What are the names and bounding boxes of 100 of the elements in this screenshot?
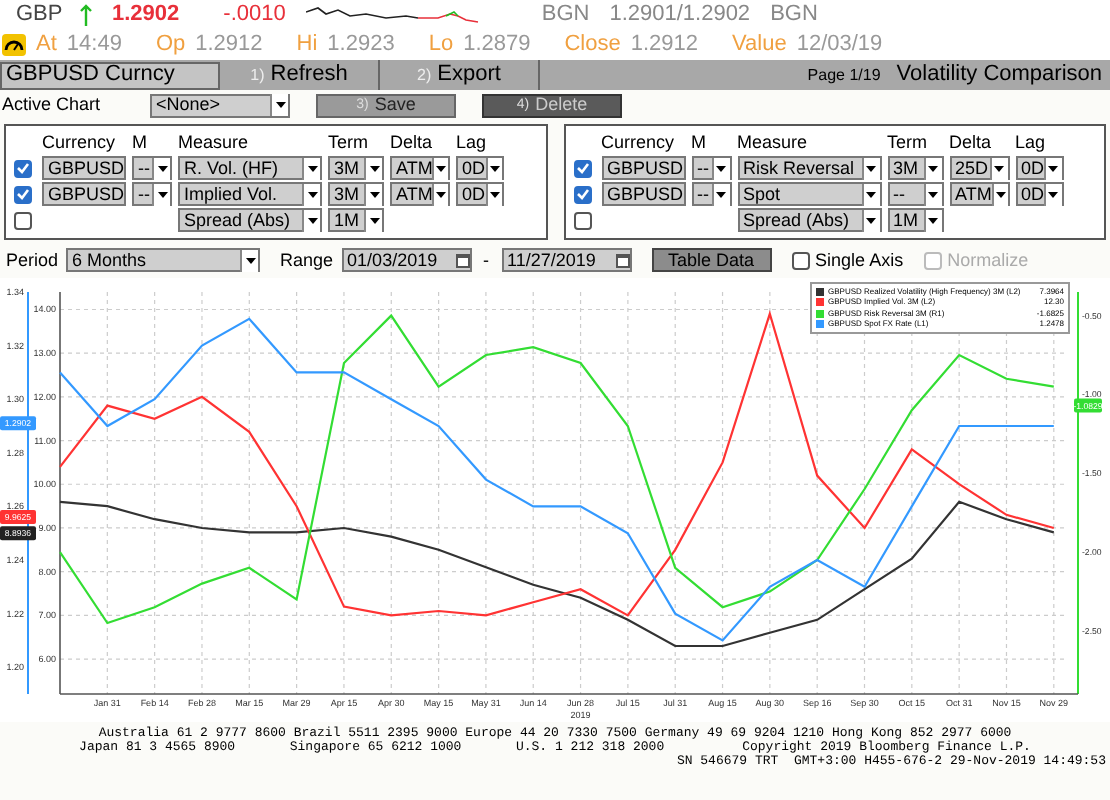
caret-icon: [923, 183, 941, 205]
quote-label: At: [36, 34, 57, 56]
bid-ask-price: 1.2901/1.2902: [609, 4, 751, 26]
checkbox[interactable]: [791, 251, 810, 269]
dropdown-field[interactable]: 25D: [949, 156, 1009, 180]
quote-label: Hi: [296, 34, 318, 56]
checkbox[interactable]: [14, 159, 32, 177]
column-header: Measure: [178, 132, 251, 154]
dropdown-field[interactable]: 1M: [328, 208, 384, 232]
dropdown-field[interactable]: --: [691, 182, 731, 206]
caret-icon: [861, 209, 879, 231]
dropdown-field[interactable]: 0D: [1015, 182, 1063, 206]
dropdown-field[interactable]: --: [132, 156, 172, 180]
column-header: Lag: [456, 132, 489, 154]
caret-icon: [485, 183, 502, 205]
active-chart-dropdown[interactable]: <None>: [150, 93, 290, 117]
dropdown-field[interactable]: Spread (Abs): [737, 208, 881, 232]
field-label: Range: [280, 251, 334, 269]
checkbox[interactable]: [573, 211, 591, 229]
dropdown-field[interactable]: --: [887, 182, 943, 206]
dropdown-field[interactable]: 0D: [1015, 156, 1063, 180]
dropdown-field[interactable]: Spot: [737, 182, 881, 206]
caret-icon: [152, 183, 170, 205]
quote-value: 12/03/19: [796, 34, 883, 56]
currency-field[interactable]: GBPUSD: [601, 156, 685, 180]
checkbox-label: Single Axis: [815, 251, 904, 269]
dropdown-field[interactable]: ATM: [949, 182, 1009, 206]
dropdown-field[interactable]: 0D: [456, 156, 504, 180]
currency-field[interactable]: GBPUSD: [601, 182, 685, 206]
caret-icon: [989, 157, 1007, 179]
dropdown-field[interactable]: Implied Vol.: [178, 182, 322, 206]
currency-field[interactable]: GBPUSD: [42, 156, 126, 180]
quote-label: Close: [564, 34, 621, 56]
column-header: Term: [887, 132, 929, 154]
dropdown-field[interactable]: 3M: [328, 156, 384, 180]
quote-value: 1.2923: [327, 34, 395, 56]
column-header: Lag: [1015, 132, 1048, 154]
column-header: M: [691, 132, 708, 154]
caret-icon: [1044, 183, 1061, 205]
caret-icon: [240, 249, 259, 271]
caret-icon: [923, 157, 941, 179]
end-date-field[interactable]: 11/27/2019: [501, 248, 632, 272]
dropdown-field[interactable]: --: [132, 182, 172, 206]
checkbox-label: Normalize: [947, 251, 1029, 269]
start-date-field[interactable]: 01/03/2019: [341, 248, 472, 272]
period-dropdown[interactable]: 6 Months: [66, 248, 261, 272]
dropdown-field[interactable]: --: [691, 156, 731, 180]
column-header: Delta: [390, 132, 435, 154]
checkbox[interactable]: [14, 211, 32, 229]
quote-label: Lo: [428, 34, 454, 56]
quote-value: 14:49: [66, 34, 122, 56]
quote-value: 1.2912: [195, 34, 263, 56]
dropdown-field[interactable]: Risk Reversal: [737, 156, 881, 180]
quote-label: Value: [732, 34, 787, 56]
dropdown-field[interactable]: Spread (Abs): [178, 208, 322, 232]
dropdown-field[interactable]: ATM: [390, 182, 450, 206]
checkbox[interactable]: [573, 159, 591, 177]
dropdown-field[interactable]: ATM: [390, 156, 450, 180]
caret-icon: [364, 157, 382, 179]
field-label: Period: [6, 251, 59, 269]
caret-icon: [991, 183, 1007, 205]
dropdown-field[interactable]: R. Vol. (HF): [178, 156, 322, 180]
range-separator: -: [483, 251, 490, 269]
column-header: Measure: [737, 132, 810, 154]
caret-icon: [485, 157, 502, 179]
caret-icon: [152, 157, 170, 179]
caret-icon: [861, 157, 879, 179]
column-header: Currency: [601, 132, 677, 154]
caret-icon: [364, 209, 382, 231]
screen-title: Volatility Comparison: [896, 64, 1102, 86]
column-header: Currency: [42, 132, 118, 154]
dropdown-field[interactable]: 0D: [456, 182, 504, 206]
caret-icon: [432, 157, 448, 179]
quote-value: 1.2912: [630, 34, 699, 56]
caret-icon: [923, 209, 941, 231]
calendar-icon: [455, 253, 470, 267]
dropdown-field[interactable]: 3M: [328, 182, 384, 206]
caret-icon: [302, 183, 320, 205]
caret-icon: [302, 209, 320, 231]
checkbox[interactable]: [573, 185, 591, 203]
column-header: Term: [328, 132, 370, 154]
column-header: Delta: [949, 132, 994, 154]
security-field[interactable]: GBPUSD Curncy: [0, 61, 220, 89]
caret-icon: [1044, 157, 1061, 179]
currency-field[interactable]: GBPUSD: [42, 182, 126, 206]
checkbox[interactable]: [14, 185, 32, 203]
quote-label: Op: [155, 34, 186, 56]
caret-icon: [432, 183, 448, 205]
caret-icon: [302, 157, 320, 179]
page-indicator: Page 1/19: [807, 67, 881, 83]
ask-source: BGN: [770, 4, 818, 26]
table-data-button[interactable]: Table Data: [651, 248, 772, 272]
dropdown-field[interactable]: 1M: [887, 208, 943, 232]
caret-icon: [270, 94, 288, 116]
dropdown-field[interactable]: 3M: [887, 156, 943, 180]
bid-source: BGN: [541, 4, 590, 26]
price-change: -.0010: [223, 4, 286, 26]
column-header: M: [132, 132, 149, 154]
calendar-icon: [615, 253, 630, 267]
quote-value: 1.2879: [463, 34, 531, 56]
